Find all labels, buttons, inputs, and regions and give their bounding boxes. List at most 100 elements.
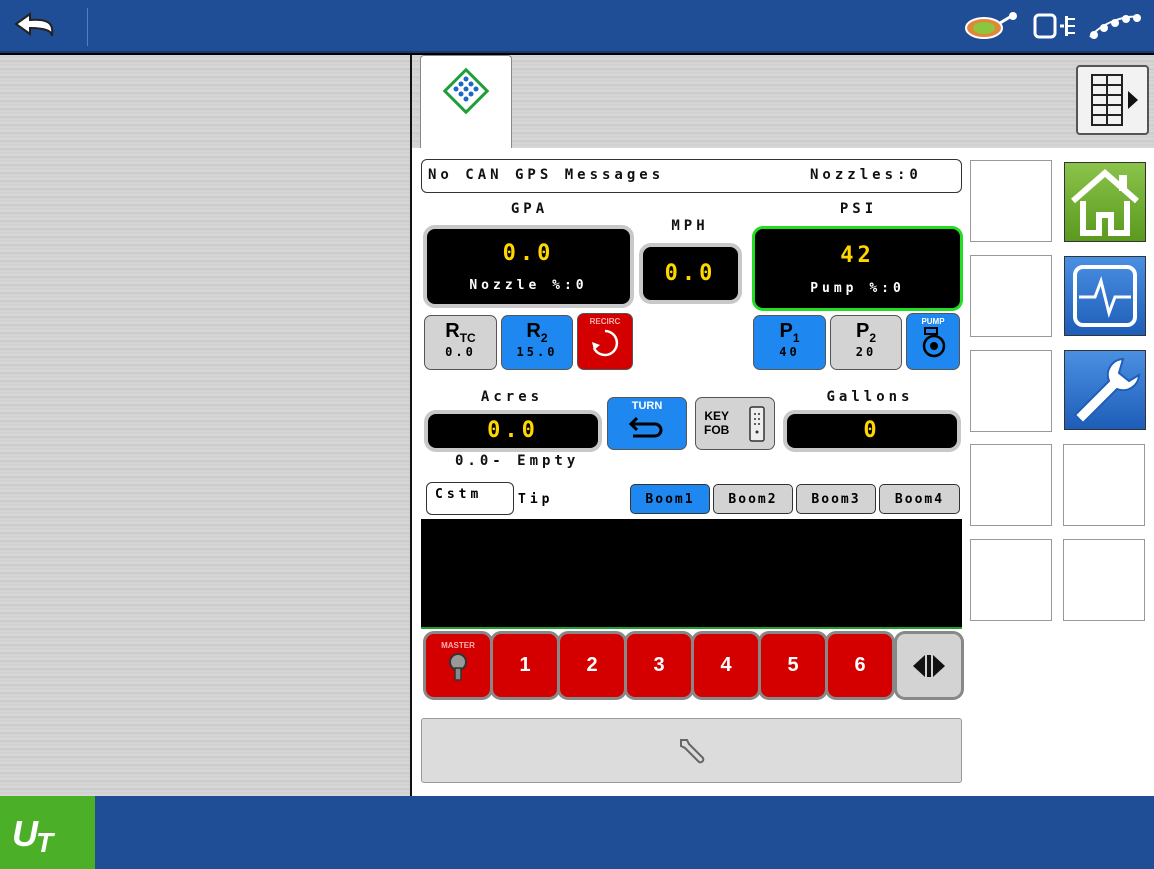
psi-label: PSI xyxy=(839,201,878,217)
tab-sprayer[interactable] xyxy=(420,55,512,150)
boom-tab-2[interactable]: Boom2 xyxy=(713,484,793,514)
top-bar xyxy=(0,0,1154,53)
slot-4[interactable] xyxy=(970,444,1052,526)
p2-value: 20 xyxy=(855,345,877,359)
section-button-4[interactable]: 4 xyxy=(694,634,758,697)
rate-rtc-button[interactable]: RTC 0.0 xyxy=(424,315,497,370)
settings-wrench-icon xyxy=(1073,357,1141,425)
tip-label: Tip xyxy=(518,492,554,507)
master-switch-button[interactable]: MASTER xyxy=(426,634,490,697)
back-button[interactable] xyxy=(8,8,88,46)
nozzles-count: Nozzles:0 xyxy=(810,167,922,183)
section-scroll-button[interactable] xyxy=(897,634,961,697)
acres-label: Acres xyxy=(480,389,544,405)
slot-7[interactable] xyxy=(1063,539,1145,621)
diamond-grid-icon xyxy=(442,67,490,115)
home-icon xyxy=(1071,169,1139,236)
custom-tip-button[interactable]: Cstm xyxy=(426,482,514,515)
wrench-icon xyxy=(680,739,705,764)
psi-value: 42 xyxy=(840,243,875,268)
slot-6[interactable] xyxy=(1063,444,1145,526)
master-label: MASTER xyxy=(441,641,475,650)
settings-button[interactable] xyxy=(1064,350,1146,430)
turn-button[interactable]: TURN xyxy=(607,397,687,450)
gallons-label: Gallons xyxy=(826,389,914,405)
pump-icon xyxy=(922,327,946,358)
mph-display[interactable]: 0.0 xyxy=(643,247,738,300)
tank-status: 0.0- Empty xyxy=(455,453,580,469)
bottom-bar xyxy=(0,796,1154,869)
ut-logo: U T xyxy=(12,813,56,858)
recirc-icon xyxy=(592,329,619,357)
pressure-p1-button[interactable]: P1 40 xyxy=(753,315,826,370)
grid-menu-button[interactable] xyxy=(1076,65,1149,135)
slot-3[interactable] xyxy=(970,350,1052,432)
map-area xyxy=(0,55,412,796)
section-button-1[interactable]: 1 xyxy=(493,634,557,697)
p1-label: P xyxy=(779,320,793,342)
p2-label: P xyxy=(855,320,870,342)
acres-value: 0.0 xyxy=(487,418,539,443)
ut-button[interactable]: U T xyxy=(0,796,95,869)
status-bar: No CAN GPS Messages Nozzles:0 xyxy=(421,159,962,193)
pressure-p2-button[interactable]: P2 20 xyxy=(830,315,902,370)
gallons-display[interactable]: 0 xyxy=(787,414,957,448)
turn-label: TURN xyxy=(631,400,663,412)
slot-5[interactable] xyxy=(970,539,1052,621)
recirc-label: RECIRC xyxy=(589,317,621,326)
svg-text:T: T xyxy=(36,827,56,858)
undo-arrow-icon xyxy=(14,12,54,37)
key-fob-line1: KEY xyxy=(704,409,730,423)
gpa-label: GPA xyxy=(510,201,549,217)
status-icons xyxy=(964,6,1144,46)
slot-2[interactable] xyxy=(970,255,1052,337)
p1-sub-label: 1 xyxy=(792,331,800,345)
slot-1[interactable] xyxy=(970,160,1052,242)
gps-satellite-icon[interactable] xyxy=(964,11,1024,41)
status-message: No CAN GPS Messages xyxy=(428,167,665,183)
pump-percent: Pump %:0 xyxy=(810,281,905,296)
boom-tab-3[interactable]: Boom3 xyxy=(796,484,876,514)
p2-sub-label: 2 xyxy=(869,331,877,345)
settings-bar-button[interactable] xyxy=(421,718,962,783)
boom-tab-1[interactable]: Boom1 xyxy=(630,484,710,514)
rate-r2-button[interactable]: R2 15.0 xyxy=(501,315,573,370)
key-fob-button[interactable]: KEY FOB xyxy=(695,397,775,450)
svg-text:U: U xyxy=(12,813,39,854)
boom-display xyxy=(421,519,962,629)
section-button-2[interactable]: 2 xyxy=(560,634,624,697)
mph-value: 0.0 xyxy=(664,261,717,286)
gallons-value: 0 xyxy=(863,418,881,443)
section-button-3[interactable]: 3 xyxy=(627,634,691,697)
r2-label: R xyxy=(526,320,541,342)
boom-tab-4[interactable]: Boom4 xyxy=(879,484,960,514)
section-button-5[interactable]: 5 xyxy=(761,634,825,697)
r2-value: 15.0 xyxy=(516,345,558,359)
rtc-value: 0.0 xyxy=(445,345,476,359)
display-icon[interactable] xyxy=(1032,11,1078,41)
grid-menu-icon xyxy=(1091,74,1138,126)
nozzle-percent: Nozzle %:0 xyxy=(469,278,588,293)
mph-label: MPH xyxy=(671,218,709,234)
pump-label: PUMP xyxy=(921,317,945,326)
rtc-label: R xyxy=(445,320,460,342)
key-fob-line2: FOB xyxy=(704,423,730,437)
gpa-value: 0.0 xyxy=(502,241,555,266)
acres-display[interactable]: 0.0 xyxy=(428,414,598,448)
diagnostics-button[interactable] xyxy=(1064,256,1146,336)
remote-icon xyxy=(749,406,765,442)
section-button-6[interactable]: 6 xyxy=(828,634,892,697)
left-right-arrows-icon xyxy=(913,654,945,677)
tab-strip xyxy=(412,55,1154,148)
pump-button[interactable]: PUMP xyxy=(906,313,960,370)
rtc-sub-label: TC xyxy=(459,331,476,345)
gpa-display[interactable]: 0.0 Nozzle %:0 xyxy=(427,229,630,304)
p1-value: 40 xyxy=(779,345,800,359)
r2-sub-label: 2 xyxy=(540,331,548,345)
psi-display[interactable]: 42 Pump %:0 xyxy=(755,229,960,308)
implement-icon[interactable] xyxy=(1086,11,1144,41)
recirc-button[interactable]: RECIRC xyxy=(577,313,633,370)
master-switch-icon xyxy=(449,653,467,681)
home-button[interactable] xyxy=(1064,162,1146,242)
diagnostics-icon xyxy=(1073,265,1137,327)
